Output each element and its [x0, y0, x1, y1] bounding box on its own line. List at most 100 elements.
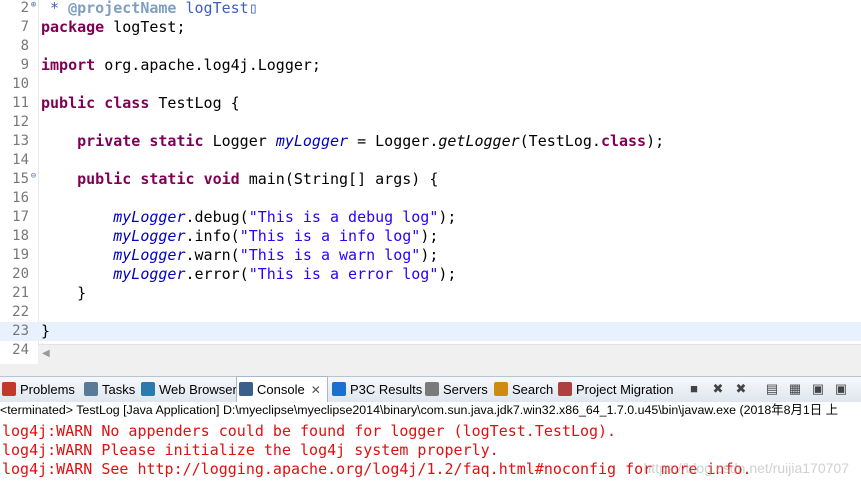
code-token: void [203, 170, 240, 188]
servers-icon [425, 382, 439, 396]
code-token: * [41, 0, 69, 17]
tab-label: Console [257, 382, 305, 397]
tab-label: Tasks [102, 382, 136, 397]
console-launch-header: <terminated> TestLog [Java Application] … [0, 402, 861, 419]
clear-console-icon[interactable]: ▤ [764, 382, 780, 396]
code-line[interactable]: 9 import org.apache.log4j.Logger; [0, 56, 861, 75]
editor-horizontal-scrollbar[interactable]: ◀ [38, 344, 861, 365]
code-line[interactable]: 15 ⊖ public static void main(String[] arg… [0, 170, 861, 189]
tab-search[interactable]: Search [492, 377, 555, 402]
tab-problems[interactable]: Problems [0, 377, 77, 402]
code-token: "This is a debug log" [248, 208, 439, 226]
line-number: 19 [12, 247, 29, 263]
code-token: "This is a info log" [239, 227, 421, 245]
code-token: = Logger. [348, 132, 439, 150]
code-token: static [140, 170, 195, 188]
scroll-left-icon[interactable]: ◀ [42, 348, 50, 359]
code-line[interactable]: 11 public class TestLog { [0, 94, 861, 113]
code-line[interactable]: 8 [0, 37, 861, 56]
line-number: 23 [12, 323, 29, 339]
code-token: "This is a warn log" [239, 246, 421, 264]
p3c-icon [332, 382, 346, 396]
code-token: .error( [185, 265, 249, 283]
line-number: 15 [12, 171, 29, 187]
code-text: import org.apache.log4j.Logger; [41, 56, 321, 75]
remove-launch-icon[interactable]: ✖ [710, 382, 726, 396]
code-line[interactable]: 7 package logTest; [0, 18, 861, 37]
code-token: public [77, 170, 132, 188]
panel-divider [0, 364, 861, 376]
code-token: myLogger [113, 265, 186, 283]
code-token: .info( [185, 227, 240, 245]
line-number: 17 [12, 209, 29, 225]
expand-fold-icon[interactable]: ⊕ [29, 1, 38, 10]
code-token: (TestLog. [519, 132, 601, 150]
line-number: 21 [12, 285, 29, 301]
code-token: static [149, 132, 204, 150]
remove-all-icon[interactable]: ✖ [733, 382, 749, 396]
pin-console-icon[interactable]: ▣ [810, 382, 826, 396]
code-token: public [41, 94, 96, 112]
tab-servers[interactable]: Servers [423, 377, 490, 402]
code-text: package logTest; [41, 18, 186, 37]
code-text: myLogger.debug("This is a debug log"); [41, 208, 456, 227]
code-line[interactable]: 23} [0, 322, 861, 341]
display-console-icon[interactable]: ▣ [833, 382, 849, 396]
tab-console[interactable]: Console ✕ [236, 376, 328, 402]
tab-web-browser[interactable]: Web Browser [139, 377, 239, 402]
collapse-fold-icon[interactable]: ⊖ [29, 172, 38, 181]
tab-label: Web Browser [159, 382, 237, 397]
code-token: ); [420, 227, 439, 245]
problems-icon [2, 382, 16, 396]
code-token: ); [420, 246, 439, 264]
code-line[interactable]: 18 myLogger.info("This is a info log"); [0, 227, 861, 246]
code-token: @projectName [68, 0, 177, 17]
code-token: } [41, 322, 51, 340]
code-line[interactable]: 10 [0, 75, 861, 94]
line-number: 8 [20, 38, 29, 54]
tab-project-migration[interactable]: Project Migration [556, 377, 676, 402]
code-token: ); [438, 265, 457, 283]
terminate-icon[interactable]: ■ [686, 382, 702, 396]
code-text: myLogger.warn("This is a warn log"); [41, 246, 438, 265]
tab-label: Servers [443, 382, 488, 397]
line-number: 14 [12, 152, 29, 168]
code-line[interactable]: 21 } [0, 284, 861, 303]
code-line[interactable]: 12 [0, 113, 861, 132]
scroll-lock-icon[interactable]: ▦ [787, 382, 803, 396]
code-token: myLogger [113, 246, 186, 264]
tab-p3c-results[interactable]: P3C Results [330, 377, 424, 402]
migration-icon [558, 382, 572, 396]
code-line[interactable]: 14 [0, 151, 861, 170]
code-token: ▯ [248, 0, 258, 17]
code-line[interactable]: 19 myLogger.warn("This is a warn log"); [0, 246, 861, 265]
code-token: import [41, 56, 96, 74]
close-tab-icon[interactable]: ✕ [311, 383, 321, 397]
line-number: 9 [20, 57, 29, 73]
code-token: private [77, 132, 141, 150]
code-line[interactable]: 2 ⊕ * @projectName logTest▯ [0, 0, 861, 18]
code-line[interactable]: 16 [0, 189, 861, 208]
code-line[interactable]: 13 private static Logger myLogger = Logg… [0, 132, 861, 151]
code-editor[interactable]: 2 ⊕ * @projectName logTest▯ 7 package logTe… [0, 0, 861, 358]
code-line[interactable]: 20 myLogger.error("This is a error log")… [0, 265, 861, 284]
tab-tasks[interactable]: Tasks [82, 377, 137, 402]
console-line: log4j:WARN No appenders could be found f… [2, 422, 617, 440]
line-number: 11 [12, 95, 29, 111]
code-line[interactable]: 22 [0, 303, 861, 322]
code-token: myLogger [113, 208, 186, 226]
code-token: TestLog { [149, 94, 240, 112]
code-token: myLogger [275, 132, 349, 150]
code-text: } [41, 322, 50, 341]
code-token: package [41, 18, 105, 36]
code-token: myLogger [113, 227, 186, 245]
code-line[interactable]: 17 myLogger.debug("This is a debug log")… [0, 208, 861, 227]
code-token: ); [646, 132, 665, 150]
tab-label: Project Migration [576, 382, 674, 397]
line-number: 16 [12, 190, 29, 206]
code-token: logTest [176, 0, 249, 17]
line-number: 13 [12, 133, 29, 149]
